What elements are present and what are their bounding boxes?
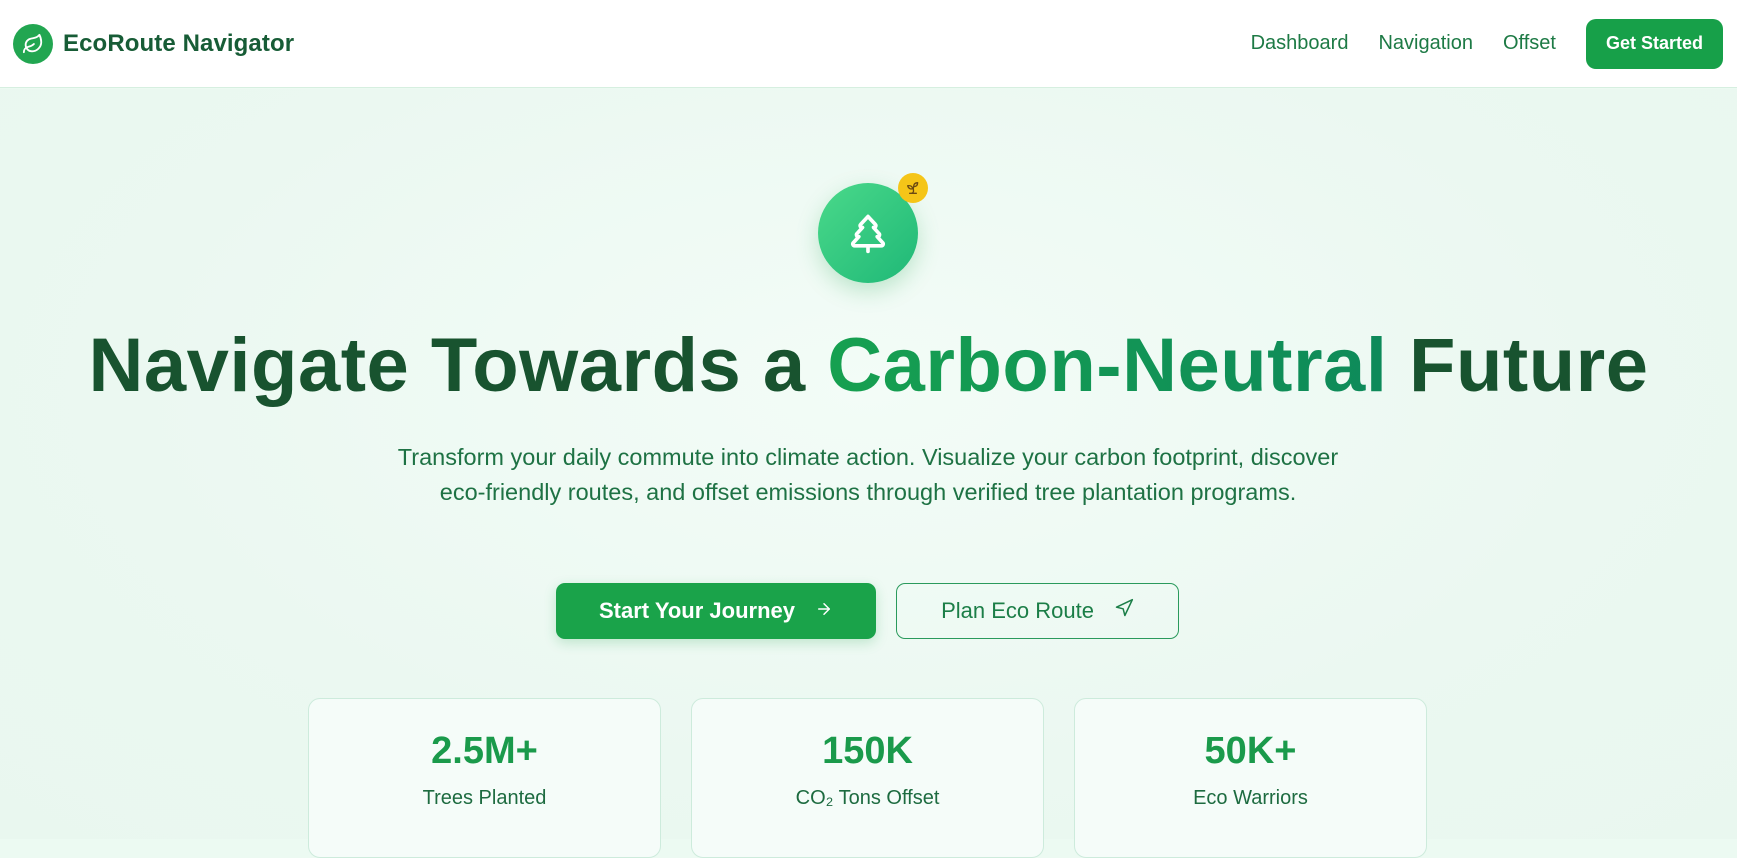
main-nav: Dashboard Navigation Offset Get Started (1251, 18, 1723, 69)
brand-logo-link[interactable]: EcoRoute Navigator (13, 23, 295, 64)
hero-section: Navigate Towards a Carbon-Neutral Future… (0, 89, 1737, 858)
stats-row: 2.5M+ Trees Planted 150K CO₂ Tons Offset… (308, 698, 1427, 858)
headline-text-before: Navigate Towards a (88, 323, 828, 408)
stat-card-trees: 2.5M+ Trees Planted (308, 698, 661, 858)
leaf-icon (13, 23, 53, 64)
brand-name: EcoRoute Navigator (63, 29, 295, 57)
plan-eco-route-label: Plan Eco Route (941, 598, 1094, 623)
plan-eco-route-button[interactable]: Plan Eco Route (896, 583, 1179, 639)
top-navbar: EcoRoute Navigator Dashboard Navigation … (0, 0, 1737, 88)
sprout-icon (898, 173, 928, 203)
nav-link-offset[interactable]: Offset (1503, 32, 1556, 55)
stat-label: Trees Planted (422, 787, 547, 809)
start-journey-button[interactable]: Start Your Journey (556, 583, 876, 639)
stat-value: 150K (822, 730, 913, 772)
stat-card-co2: 150K CO₂ Tons Offset (691, 698, 1044, 858)
stat-card-warriors: 50K+ Eco Warriors (1074, 698, 1427, 858)
send-icon (1114, 598, 1134, 624)
stat-value: 50K+ (1204, 730, 1297, 772)
get-started-button[interactable]: Get Started (1585, 18, 1723, 69)
stat-label: Eco Warriors (1193, 787, 1308, 809)
nav-link-dashboard[interactable]: Dashboard (1251, 32, 1349, 55)
nav-link-navigation[interactable]: Navigation (1378, 32, 1473, 55)
headline-accent-text: Carbon-Neutral (827, 323, 1388, 408)
hero-icon-group (818, 173, 928, 283)
start-journey-label: Start Your Journey (598, 598, 795, 623)
hero-actions: Start Your Journey Plan Eco Route (556, 583, 1179, 639)
headline-text-after: Future (1387, 323, 1649, 408)
hero-subtitle: Transform your daily commute into climat… (397, 444, 1339, 505)
stat-value: 2.5M+ (431, 730, 538, 772)
hero-headline: Navigate Towards a Carbon-Neutral Future (0, 321, 1737, 411)
stat-label: CO₂ Tons Offset (795, 787, 940, 809)
arrow-right-icon (815, 598, 833, 624)
